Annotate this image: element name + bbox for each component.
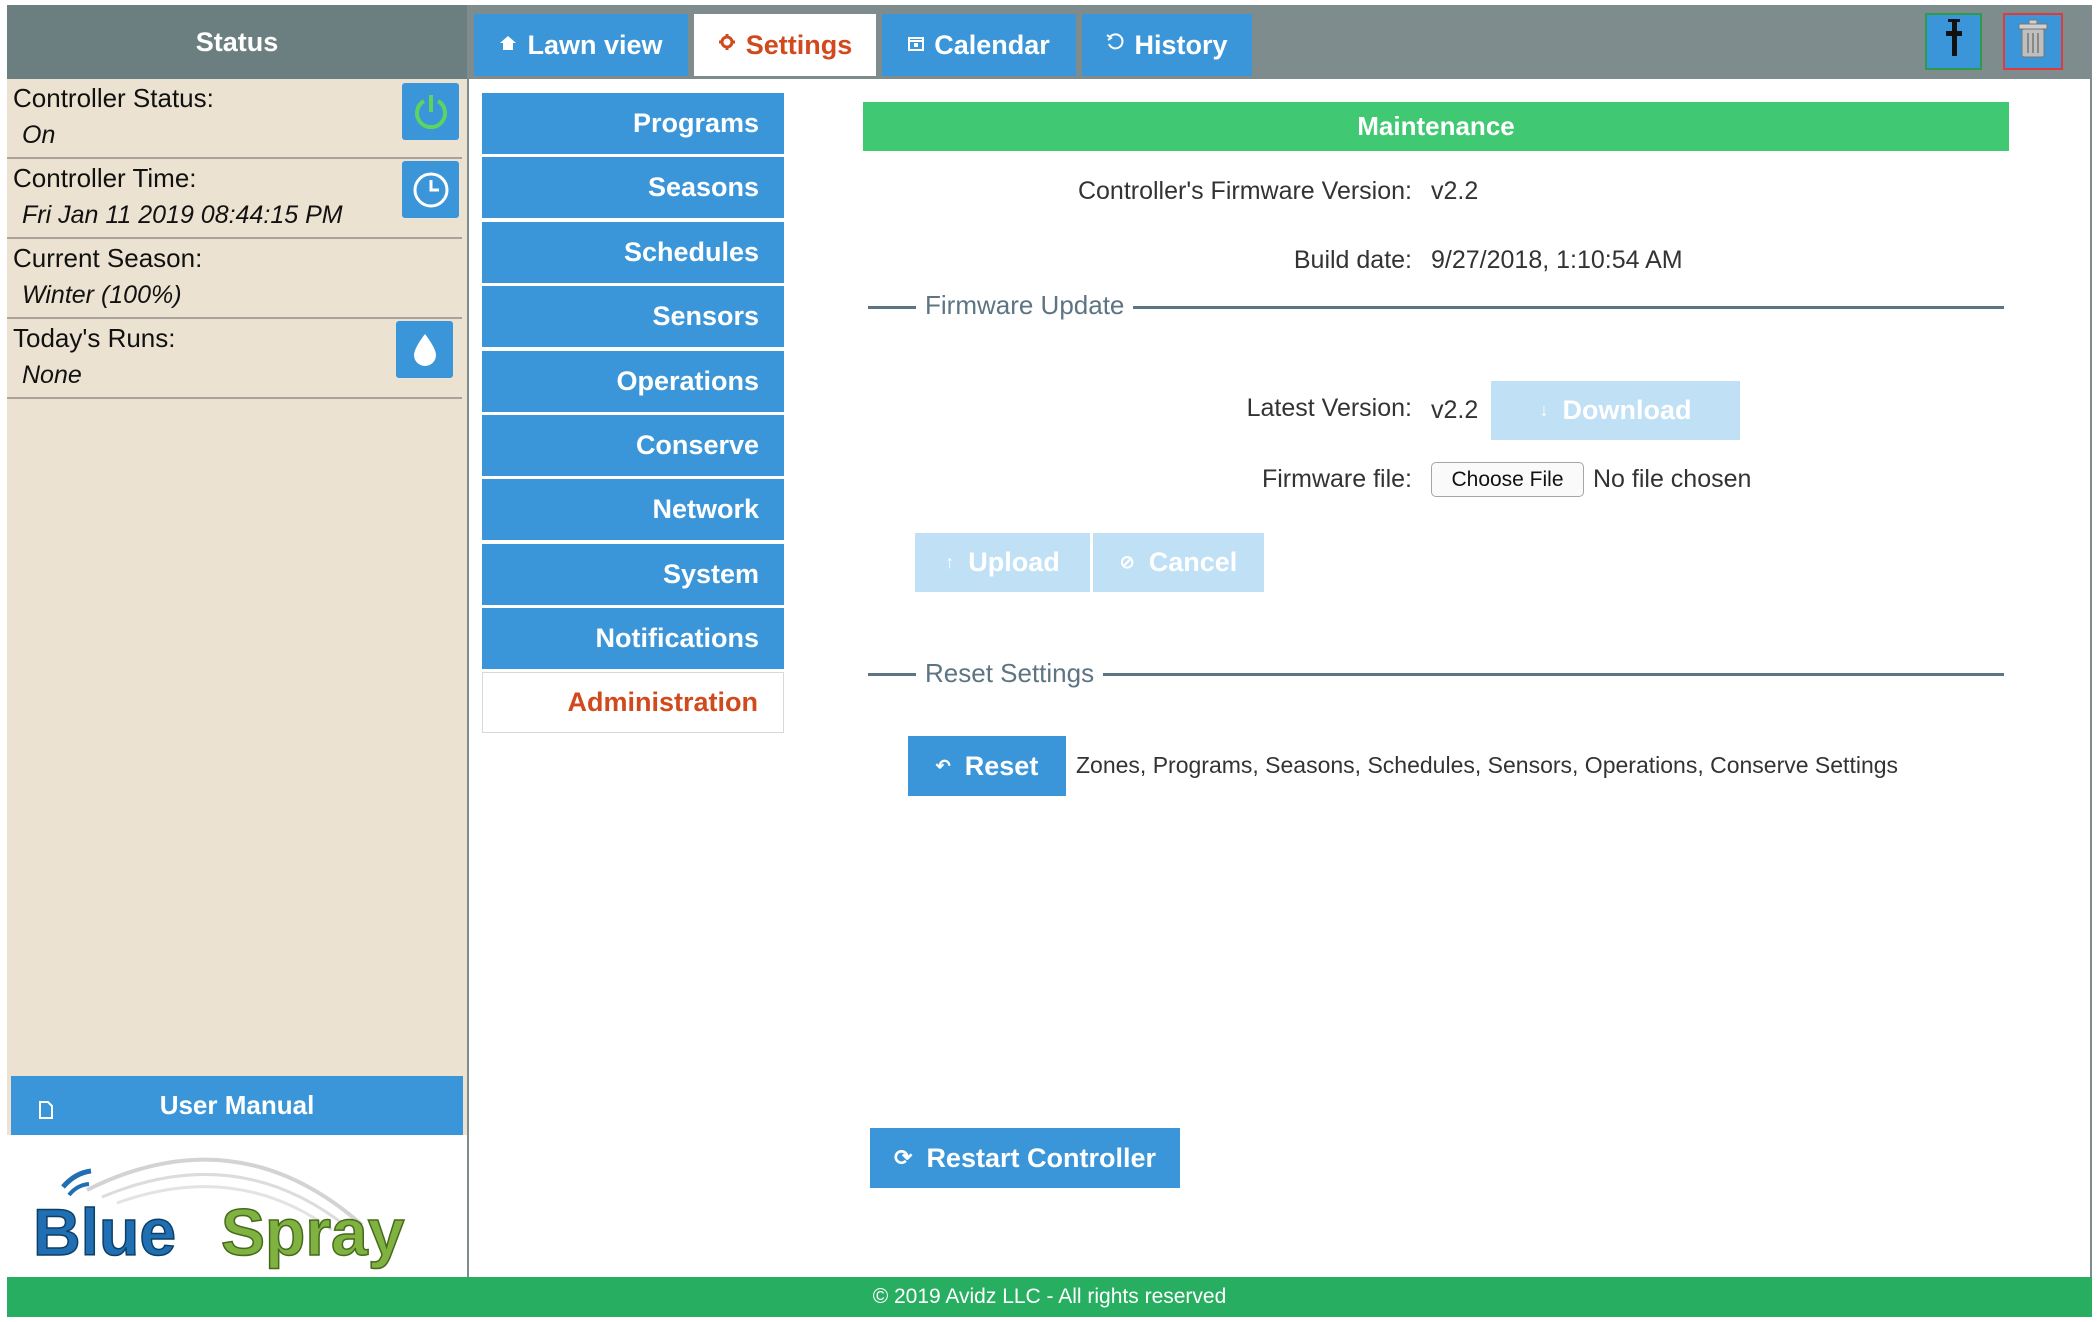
tab-label: Settings <box>745 29 853 60</box>
restart-controller-button[interactable]: ⟳ Restart Controller <box>870 1128 1180 1188</box>
user-manual-button[interactable]: User Manual <box>11 1076 463 1135</box>
current-season-label: Current Season: <box>13 243 203 273</box>
document-icon <box>37 1096 55 1127</box>
gear-icon <box>718 33 736 57</box>
user-manual-label: User Manual <box>159 1090 315 1120</box>
reset-icon: ↶ <box>935 755 951 776</box>
controller-status-block: Controller Status: On <box>7 79 462 159</box>
pin-icon <box>1944 17 1964 66</box>
tab-label: Lawn view <box>527 29 663 60</box>
restart-controller-label: Restart Controller <box>926 1142 1156 1173</box>
controller-status-value: On <box>22 121 56 149</box>
no-file-chosen-text: No file chosen <box>1593 465 1752 493</box>
history-icon <box>1106 33 1124 57</box>
tab-label: History <box>1134 29 1228 60</box>
tab-lawn-view[interactable]: Lawn view <box>474 14 688 76</box>
menu-seasons[interactable]: Seasons <box>482 157 784 218</box>
restart-icon: ⟳ <box>894 1145 913 1170</box>
download-icon: ↓ <box>1539 400 1549 420</box>
latest-version-label: Latest Version: <box>1246 394 1412 422</box>
tab-history[interactable]: History <box>1082 14 1252 76</box>
controller-time-label: Controller Time: <box>13 163 197 193</box>
menu-system[interactable]: System <box>482 544 784 605</box>
logo-spray-text: Spray <box>221 1195 405 1269</box>
current-season-value: Winter (100%) <box>22 281 182 309</box>
trash-icon <box>2016 19 2050 64</box>
todays-runs-label: Today's Runs: <box>13 323 176 353</box>
upload-button[interactable]: ↑ Upload <box>915 533 1090 592</box>
cancel-label: Cancel <box>1148 547 1238 577</box>
fw-version-label: Controller's Firmware Version: <box>1077 177 1412 205</box>
maintenance-header: Maintenance <box>863 102 2009 151</box>
upload-icon: ↑ <box>945 552 955 572</box>
controller-time-value: Fri Jan 11 2019 08:44:15 PM <box>22 201 343 229</box>
logo-blue-text: Blue <box>33 1195 176 1269</box>
home-icon <box>499 34 517 57</box>
choose-file-button[interactable]: Choose File <box>1431 462 1584 497</box>
download-button[interactable]: ↓ Download <box>1491 381 1740 440</box>
reset-label: Reset <box>964 750 1039 781</box>
tab-label: Calendar <box>934 29 1050 60</box>
menu-notifications[interactable]: Notifications <box>482 608 784 669</box>
firmware-file-label: Firmware file: <box>1261 465 1412 493</box>
menu-sensors[interactable]: Sensors <box>482 286 784 347</box>
reset-description: Zones, Programs, Seasons, Schedules, Sen… <box>1076 752 1899 778</box>
cancel-icon: ⊘ <box>1119 552 1135 572</box>
tab-settings[interactable]: Settings <box>694 14 876 76</box>
reset-button[interactable]: ↶ Reset <box>908 736 1066 796</box>
trash-button[interactable] <box>2003 13 2063 70</box>
menu-programs[interactable]: Programs <box>482 93 784 154</box>
firmware-update-title: Firmware Update <box>916 290 1134 321</box>
status-header: Status <box>7 5 467 79</box>
power-icon[interactable] <box>402 83 459 140</box>
latest-version-value: v2.2 <box>1431 396 1479 424</box>
menu-operations[interactable]: Operations <box>482 351 784 412</box>
marker-button[interactable] <box>1925 13 1982 70</box>
controller-time-block: Controller Time: Fri Jan 11 2019 08:44:1… <box>7 159 462 239</box>
footer: © 2019 Avidz LLC - All rights reserved <box>7 1277 2092 1317</box>
build-date-value: 9/27/2018, 1:10:54 AM <box>1431 246 1683 274</box>
cancel-button[interactable]: ⊘ Cancel <box>1093 533 1264 592</box>
calendar-icon <box>908 34 925 57</box>
fw-version-value: v2.2 <box>1431 177 1479 205</box>
upload-label: Upload <box>968 547 1060 577</box>
bluespray-logo: Blue Spray <box>7 1135 467 1277</box>
menu-schedules[interactable]: Schedules <box>482 222 784 283</box>
reset-settings-title: Reset Settings <box>916 658 1104 689</box>
water-drop-icon[interactable] <box>396 321 453 378</box>
todays-runs-block: Today's Runs: None <box>7 319 462 399</box>
menu-conserve[interactable]: Conserve <box>482 415 784 476</box>
todays-runs-value: None <box>22 361 82 389</box>
tab-calendar[interactable]: Calendar <box>882 14 1076 76</box>
menu-administration[interactable]: Administration <box>482 672 784 733</box>
build-date-label: Build date: <box>1293 246 1412 274</box>
current-season-block: Current Season: Winter (100%) <box>7 239 462 319</box>
menu-network[interactable]: Network <box>482 479 784 540</box>
download-label: Download <box>1562 395 1692 425</box>
controller-status-label: Controller Status: <box>13 83 214 113</box>
clock-icon[interactable] <box>402 161 459 218</box>
